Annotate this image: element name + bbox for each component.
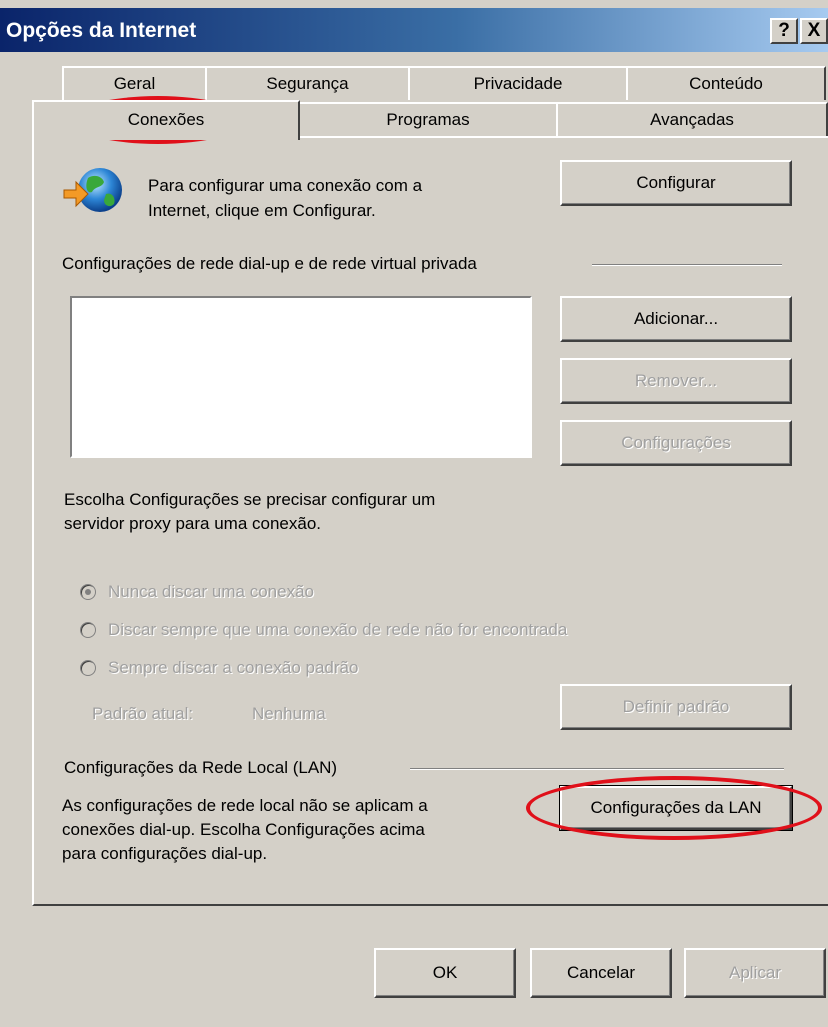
lan-group-label: Configurações da Rede Local (LAN) <box>64 758 338 777</box>
radio-never-dial-label: Nunca discar uma conexão <box>108 582 315 601</box>
globe-arrow-icon <box>62 164 126 220</box>
tab-seguranca[interactable]: Segurança <box>205 66 410 100</box>
tab-programas[interactable]: Programas <box>298 102 558 136</box>
lan-text-line2: conexões dial-up. Escolha Configurações … <box>62 820 425 839</box>
window-title: Opções da Internet <box>6 19 197 42</box>
tab-conexoes-label: Conexões <box>127 110 205 129</box>
add-button[interactable]: Adicionar... <box>560 296 792 342</box>
lan-group-divider <box>410 768 784 770</box>
setup-text-line1: Para configurar uma conexão com a <box>148 176 423 195</box>
dialup-group-divider <box>592 264 782 266</box>
remove-button[interactable]: Remover... <box>560 358 792 404</box>
tab-conexoes[interactable]: Conexões <box>32 100 300 140</box>
apply-button[interactable]: Aplicar <box>684 948 826 998</box>
lan-text-line1: As configurações de rede local não se ap… <box>62 796 428 815</box>
current-default-label: Padrão atual: <box>92 704 194 723</box>
settings-button[interactable]: Configurações <box>560 420 792 466</box>
configure-button[interactable]: Configurar <box>560 160 792 206</box>
add-button-label: Adicionar... <box>633 309 719 328</box>
radio-dial-when-no-network-label: Discar sempre que uma conexão de rede nã… <box>108 620 568 639</box>
setup-text-line2: Internet, clique em Configurar. <box>148 201 376 220</box>
radio-dial-when-no-network[interactable] <box>80 622 96 638</box>
proxy-hint-line1: Escolha Configurações se precisar config… <box>64 490 436 509</box>
ok-button[interactable]: OK <box>374 948 516 998</box>
help-button[interactable]: ? <box>770 18 798 44</box>
connections-listbox[interactable] <box>70 296 532 458</box>
radio-always-dial[interactable] <box>80 660 96 676</box>
title-bar[interactable]: Opções da Internet ? X <box>0 8 828 52</box>
close-button[interactable]: X <box>800 18 828 44</box>
set-default-button[interactable]: Definir padrão <box>560 684 792 730</box>
tab-geral[interactable]: Geral <box>62 66 207 100</box>
proxy-hint-line2: servidor proxy para uma conexão. <box>64 514 322 533</box>
tab-privacidade[interactable]: Privacidade <box>408 66 628 100</box>
dialup-group-label: Configurações de rede dial-up e de rede … <box>62 254 477 273</box>
tab-avancadas[interactable]: Avançadas <box>556 102 828 136</box>
current-default-value: Nenhuma <box>252 704 326 723</box>
internet-options-dialog: Opções da Internet ? X Geral Segurança P… <box>0 0 828 1027</box>
lan-settings-button[interactable]: Configurações da LAN <box>560 786 792 830</box>
lan-text-line3: para configurações dial-up. <box>62 844 268 863</box>
cancel-button[interactable]: Cancelar <box>530 948 672 998</box>
tab-conteudo[interactable]: Conteúdo <box>626 66 826 100</box>
radio-always-dial-label: Sempre discar a conexão padrão <box>108 658 359 677</box>
radio-never-dial[interactable] <box>80 584 96 600</box>
